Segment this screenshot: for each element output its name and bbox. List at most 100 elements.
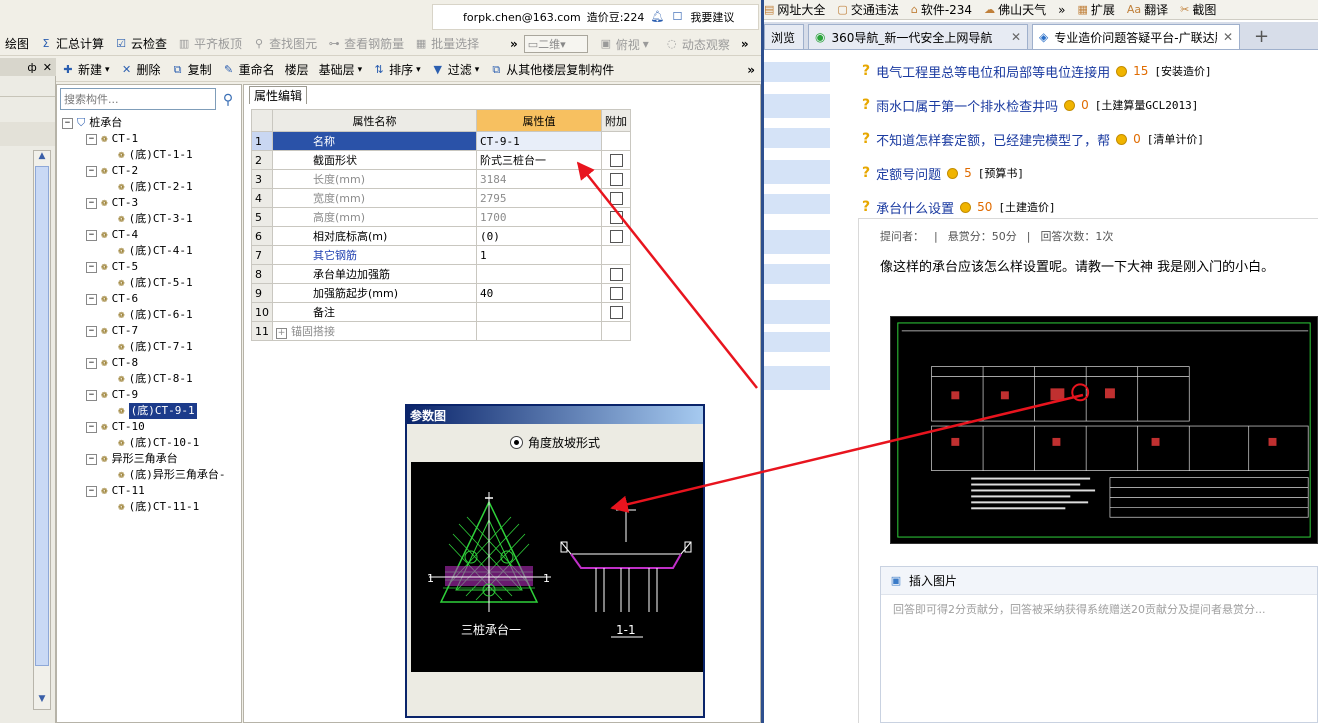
question-title-link[interactable]: 不知道怎样套定额，已经建完模型了，帮: [876, 130, 1110, 149]
tab-close-icon[interactable]: ✕: [1223, 30, 1233, 44]
scroll-up-arrow-icon[interactable]: ▲: [35, 151, 49, 165]
answer-editor[interactable]: ▣ 插入图片 回答即可得2分贡献分，回答被采纳获得系统赠送20贡献分及提问者悬赏…: [880, 566, 1318, 723]
question-title-link[interactable]: 雨水口属于第一个排水检查井吗: [876, 96, 1058, 115]
tree-toggle-icon[interactable]: −: [86, 293, 97, 305]
component-toolbar-button-4[interactable]: 楼层: [280, 59, 314, 81]
extra-checkbox[interactable]: [609, 286, 623, 300]
question-item[interactable]: ? 雨水口属于第一个排水检查井吗 0 [土建算量GCL2013]: [862, 88, 1318, 122]
browser-tab[interactable]: 浏览: [764, 24, 804, 49]
component-toolbar-button-2[interactable]: ⧉ 复制: [166, 59, 217, 81]
question-item[interactable]: ? 电气工程里总等电位和局部等电位连接用 15 [安装造价]: [862, 54, 1318, 88]
tree-node[interactable]: − ❁ CT-11: [62, 483, 240, 499]
dialog-title-bar[interactable]: 参数图: [407, 406, 703, 424]
image-icon[interactable]: ▣: [889, 574, 903, 588]
toolbar-button-6[interactable]: ▦ 批量选择: [409, 33, 484, 55]
favorite-item[interactable]: ▤ 网址大全: [764, 1, 825, 18]
tree-toggle-icon[interactable]: −: [86, 485, 97, 497]
tab-close-icon[interactable]: ✕: [1011, 30, 1021, 44]
property-row[interactable]: 5 高度(mm) 1700: [251, 207, 631, 227]
tree-toggle-icon[interactable]: −: [86, 325, 97, 337]
property-row[interactable]: 6 相对底标高(m) (0): [251, 226, 631, 246]
tree-toggle-icon[interactable]: −: [86, 165, 97, 177]
question-item[interactable]: ? 不知道怎样套定额，已经建完模型了，帮 0 [清单计价]: [862, 122, 1318, 156]
toolbar-more-button-2[interactable]: »: [741, 37, 749, 51]
tree-node[interactable]: − ❁ CT-4: [62, 227, 240, 243]
toolbar-button-4[interactable]: ⚲ 查找图元: [247, 33, 322, 55]
toolbar-more-button[interactable]: »: [510, 37, 518, 51]
property-row[interactable]: 10 备注: [251, 302, 631, 322]
property-value[interactable]: [476, 302, 602, 322]
property-row[interactable]: 2 截面形状 阶式三桩台一: [251, 150, 631, 170]
tree-node[interactable]: ❁ (底)CT-6-1: [62, 307, 240, 323]
tree-node[interactable]: ❁ (底)CT-3-1: [62, 211, 240, 227]
tree-node[interactable]: − ❁ CT-6: [62, 291, 240, 307]
property-row[interactable]: 1 名称 CT-9-1: [251, 131, 631, 151]
expand-toggle-icon[interactable]: +: [276, 328, 287, 339]
toolbar-button-3[interactable]: ▥ 平齐板顶: [172, 33, 247, 55]
top-view-button[interactable]: ▣ 俯视 ▾: [594, 33, 654, 55]
tree-node[interactable]: ❁ (底)异形三角承台-: [62, 467, 240, 483]
question-title-link[interactable]: 电气工程里总等电位和局部等电位连接用: [876, 62, 1110, 81]
tree-node[interactable]: ❁ (底)CT-10-1: [62, 435, 240, 451]
tree-node[interactable]: − ❁ CT-10: [62, 419, 240, 435]
component-search-input[interactable]: 搜索构件...: [60, 88, 216, 110]
radio-selected-icon[interactable]: [509, 435, 523, 449]
left-scrollbar-thumb[interactable]: [35, 166, 49, 666]
tree-node[interactable]: − ❁ CT-9: [62, 387, 240, 403]
browser-tab[interactable]: ◈ 专业造价问题答疑平台-广联达服 ✕: [1032, 24, 1240, 49]
component-toolbar-button-0[interactable]: ✚ 新建 ▾: [56, 59, 115, 81]
tree-node[interactable]: ❁ (底)CT-1-1: [62, 147, 240, 163]
tree-node[interactable]: − ❁ CT-3: [62, 195, 240, 211]
property-value[interactable]: CT-9-1: [476, 131, 602, 151]
property-row[interactable]: 7 其它钢筋 1: [251, 245, 631, 265]
tree-node[interactable]: − ❁ CT-8: [62, 355, 240, 371]
browser-tab[interactable]: ◉ 360导航_新一代安全上网导航 ✕: [808, 24, 1028, 49]
tree-toggle-icon[interactable]: −: [86, 421, 97, 433]
toolbar-button-1[interactable]: Σ 汇总计算: [34, 33, 109, 55]
property-row[interactable]: 4 宽度(mm) 2795: [251, 188, 631, 208]
tree-toggle-icon[interactable]: −: [86, 357, 97, 369]
tab-property-edit[interactable]: 属性编辑: [249, 86, 307, 104]
component-toolbar-button-8[interactable]: ⧉ 从其他楼层复制构件: [484, 59, 619, 81]
tree-toggle-icon[interactable]: −: [62, 117, 73, 129]
favorite-item[interactable]: ⌂ 软件-234: [911, 1, 972, 18]
property-row[interactable]: 11 + 锚固搭接: [251, 321, 631, 341]
extra-checkbox[interactable]: [609, 172, 623, 186]
property-value[interactable]: [476, 264, 602, 284]
property-row[interactable]: 3 长度(mm) 3184: [251, 169, 631, 189]
bell-icon[interactable]: 🔔︎: [650, 10, 664, 24]
property-value[interactable]: 2795: [476, 188, 602, 208]
tree-toggle-icon[interactable]: −: [86, 229, 97, 241]
tree-node[interactable]: − ❁ 异形三角承台: [62, 451, 240, 467]
tree-node[interactable]: − ❁ CT-5: [62, 259, 240, 275]
component-toolbar-button-1[interactable]: ✕ 删除: [115, 59, 166, 81]
property-row[interactable]: 9 加强筋起步(mm) 40: [251, 283, 631, 303]
extra-checkbox[interactable]: [609, 210, 623, 224]
property-value[interactable]: 40: [476, 283, 602, 303]
search-icon[interactable]: ⚲: [218, 90, 238, 110]
tree-toggle-icon[interactable]: −: [86, 453, 97, 465]
tree-node[interactable]: − ❁ CT-7: [62, 323, 240, 339]
toolbar-button-2[interactable]: ☑ 云检查: [109, 33, 172, 55]
tree-node[interactable]: − ❁ CT-1: [62, 131, 240, 147]
insert-image-button[interactable]: 插入图片: [909, 572, 957, 589]
property-value[interactable]: 3184: [476, 169, 602, 189]
tree-toggle-icon[interactable]: −: [86, 261, 97, 273]
tree-node[interactable]: − ⛉ 桩承台: [62, 115, 240, 131]
component-toolbar-button-5[interactable]: 基础层 ▾: [314, 59, 368, 81]
extra-checkbox[interactable]: [609, 229, 623, 243]
favorite-item[interactable]: ✂ 截图: [1180, 1, 1216, 18]
tree-node[interactable]: ❁ (底)CT-11-1: [62, 499, 240, 515]
tree-node[interactable]: ❁ (底)CT-9-1: [62, 403, 240, 419]
extra-checkbox[interactable]: [609, 267, 623, 281]
tree-node[interactable]: ❁ (底)CT-5-1: [62, 275, 240, 291]
component-toolbar-more[interactable]: »: [747, 63, 755, 77]
component-toolbar-button-6[interactable]: ⇅ 排序 ▾: [367, 59, 426, 81]
tree-node[interactable]: − ❁ CT-2: [62, 163, 240, 179]
component-toolbar-button-3[interactable]: ✎ 重命名: [217, 59, 280, 81]
dynamic-view-button[interactable]: ◌ 动态观察: [660, 33, 735, 55]
question-title-link[interactable]: 定额号问题: [876, 164, 941, 183]
tree-node[interactable]: ❁ (底)CT-4-1: [62, 243, 240, 259]
tree-node[interactable]: ❁ (底)CT-2-1: [62, 179, 240, 195]
extra-checkbox[interactable]: [609, 305, 623, 319]
